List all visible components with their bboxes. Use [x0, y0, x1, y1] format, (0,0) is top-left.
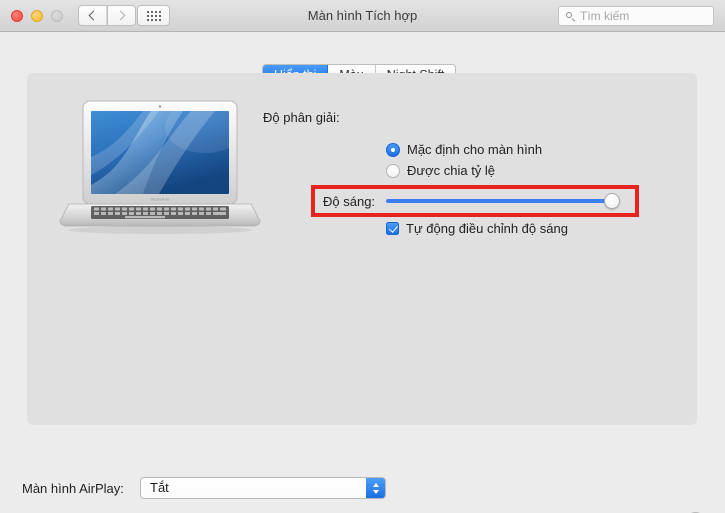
airplay-selected-value: Tắt — [150, 480, 169, 495]
window-titlebar: Màn hình Tích hợp — [0, 0, 725, 32]
show-all-grid-icon — [146, 10, 161, 21]
auto-brightness-checkbox-row[interactable]: Tự động điều chỉnh độ sáng — [386, 221, 568, 236]
radio-button-selected-icon[interactable] — [386, 142, 400, 157]
zoom-window-button[interactable] — [51, 10, 63, 22]
show-all-preferences-button[interactable] — [137, 5, 170, 26]
search-icon — [566, 11, 575, 21]
macbook-air-illustration: MacBook Air — [59, 100, 261, 234]
chevron-left-icon — [88, 10, 99, 21]
radio-button-icon[interactable] — [386, 163, 400, 178]
airplay-display-dropdown[interactable]: Tắt — [140, 477, 386, 499]
dropdown-stepper-arrows-icon[interactable] — [366, 478, 385, 498]
svg-text:MacBook Air: MacBook Air — [150, 198, 170, 202]
minimize-window-button[interactable] — [31, 10, 43, 22]
airplay-display-label: Màn hình AirPlay: — [22, 481, 124, 496]
chevron-right-icon — [115, 10, 126, 21]
close-window-button[interactable] — [11, 10, 23, 22]
auto-brightness-label: Tự động điều chỉnh độ sáng — [406, 221, 568, 236]
checkbox-checked-icon[interactable] — [386, 222, 399, 235]
back-button[interactable] — [78, 5, 107, 26]
resolution-option-scaled-label: Được chia tỷ lệ — [407, 163, 496, 178]
annotation-highlight-rectangle — [311, 185, 639, 217]
preferences-body: Hiển thị Màu Night Shift — [0, 32, 725, 513]
search-input[interactable] — [580, 9, 705, 23]
forward-button[interactable] — [107, 5, 136, 26]
search-field[interactable] — [558, 6, 714, 26]
resolution-label: Độ phân giải: — [263, 110, 340, 125]
resolution-option-default-label: Mặc định cho màn hình — [407, 142, 543, 157]
display-preferences-window: Màn hình Tích hợp Hiển thị Màu Night Shi… — [0, 0, 725, 513]
resolution-option-scaled[interactable]: Được chia tỷ lệ — [386, 163, 495, 178]
resolution-option-default[interactable]: Mặc định cho màn hình — [386, 142, 542, 157]
